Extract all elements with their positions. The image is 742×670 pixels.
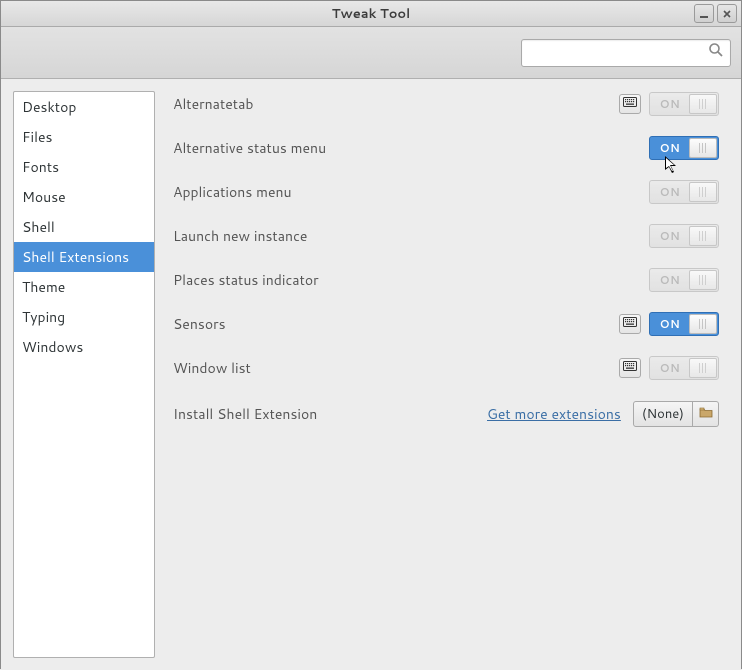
toggle-handle <box>689 270 717 290</box>
extension-row: Window list ON <box>173 357 719 379</box>
extension-label: Sensors <box>173 314 619 334</box>
extension-row: Alternative status menuON <box>173 137 719 159</box>
extension-row: Applications menuON <box>173 181 719 203</box>
search-box[interactable] <box>521 39 731 67</box>
keyboard-icon <box>623 315 637 333</box>
window-title: Tweak Tool <box>332 5 411 23</box>
install-label: Install Shell Extension <box>173 404 487 424</box>
extension-label: Window list <box>173 358 619 378</box>
extension-controls: ON <box>649 268 719 292</box>
sidebar-item-fonts[interactable]: Fonts <box>14 152 154 182</box>
toggle-handle <box>689 314 717 334</box>
extension-label: Applications menu <box>173 182 649 202</box>
extension-controls: ON <box>619 356 719 380</box>
extension-controls: ON <box>649 180 719 204</box>
extension-toggle[interactable]: ON <box>649 92 719 116</box>
extension-row: Alternatetab ON <box>173 93 719 115</box>
extension-toggle[interactable]: ON <box>649 224 719 248</box>
body: DesktopFilesFontsMouseShellShell Extensi… <box>1 79 741 670</box>
extension-row: Places status indicatorON <box>173 269 719 291</box>
extension-toggle[interactable]: ON <box>649 180 719 204</box>
toolbar <box>1 27 741 79</box>
open-folder-button[interactable] <box>693 401 719 427</box>
extension-controls: ON <box>619 312 719 336</box>
install-row: Install Shell ExtensionGet more extensio… <box>173 401 719 427</box>
folder-icon <box>699 405 713 423</box>
close-button[interactable] <box>717 4 737 23</box>
titlebar: Tweak Tool <box>1 1 741 27</box>
toggle-handle <box>689 138 717 158</box>
extension-toggle[interactable]: ON <box>649 312 719 336</box>
extension-row: Sensors ON <box>173 313 719 335</box>
extension-settings-button[interactable] <box>619 314 641 334</box>
sidebar-item-theme[interactable]: Theme <box>14 272 154 302</box>
search-icon <box>708 42 724 63</box>
extension-label: Launch new instance <box>173 226 649 246</box>
toggle-handle <box>689 226 717 246</box>
toggle-handle <box>689 182 717 202</box>
extension-toggle[interactable]: ON <box>649 268 719 292</box>
extension-controls: ON <box>619 92 719 116</box>
sidebar-item-desktop[interactable]: Desktop <box>14 92 154 122</box>
sidebar-item-files[interactable]: Files <box>14 122 154 152</box>
sidebar-item-shell[interactable]: Shell <box>14 212 154 242</box>
extension-row: Launch new instanceON <box>173 225 719 247</box>
sidebar-item-shell-extensions[interactable]: Shell Extensions <box>14 242 154 272</box>
extension-settings-button[interactable] <box>619 358 641 378</box>
content: AlternatetabONAlternative status menuONA… <box>165 91 729 658</box>
sidebar-item-windows[interactable]: Windows <box>14 332 154 362</box>
keyboard-icon <box>623 359 637 377</box>
toggle-handle <box>689 358 717 378</box>
extension-settings-button[interactable] <box>619 94 641 114</box>
window-controls <box>694 4 737 23</box>
sidebar-item-typing[interactable]: Typing <box>14 302 154 332</box>
extension-toggle[interactable]: ON <box>649 356 719 380</box>
keyboard-icon <box>623 95 637 113</box>
minimize-button[interactable] <box>694 4 714 23</box>
extension-label: Alternatetab <box>173 94 619 114</box>
extension-toggle[interactable]: ON <box>649 136 719 160</box>
sidebar-item-mouse[interactable]: Mouse <box>14 182 154 212</box>
extension-controls: ON <box>649 224 719 248</box>
install-file-chooser[interactable]: (None) <box>633 401 693 427</box>
sidebar: DesktopFilesFontsMouseShellShell Extensi… <box>13 91 155 658</box>
search-input[interactable] <box>528 45 708 60</box>
get-more-extensions-link[interactable]: Get more extensions <box>487 404 621 424</box>
extension-controls: ON <box>649 136 719 160</box>
toggle-handle <box>689 94 717 114</box>
extension-label: Places status indicator <box>173 270 649 290</box>
extension-label: Alternative status menu <box>173 138 649 158</box>
